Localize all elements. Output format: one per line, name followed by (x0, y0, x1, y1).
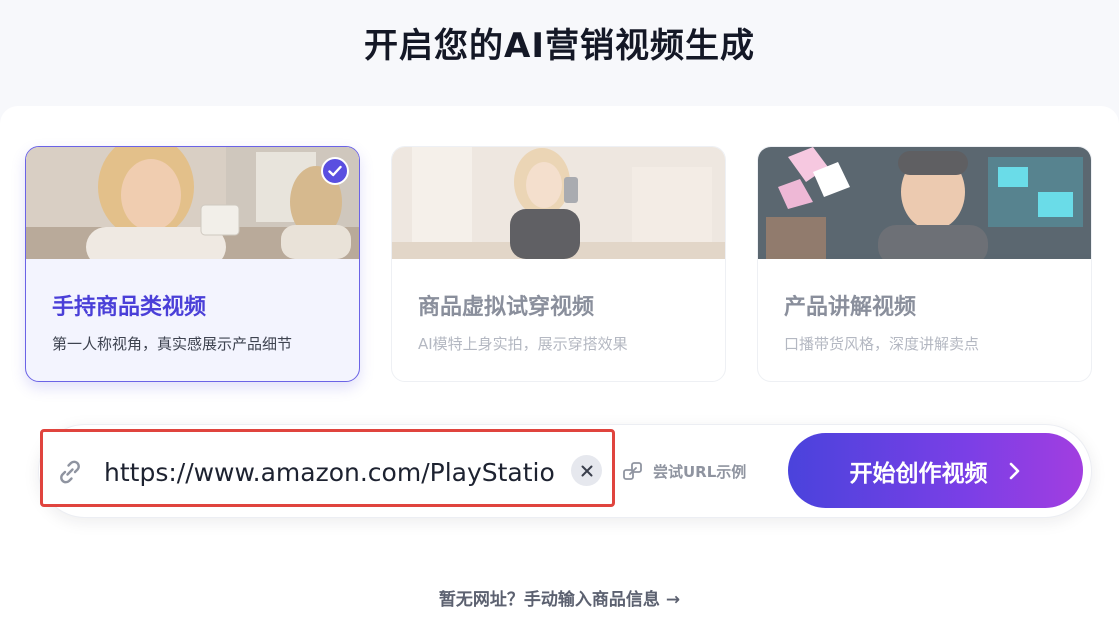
card-thumbnail-explainer (758, 147, 1091, 259)
try-url-example-label: 尝试URL示例 (653, 462, 747, 481)
video-type-card-explainer[interactable]: 产品讲解视频 口播带货风格，深度讲解卖点 (757, 146, 1092, 382)
close-icon (581, 465, 592, 476)
chevron-right-icon (1009, 462, 1019, 479)
card-description: 口播带货风格，深度讲解卖点 (784, 335, 980, 353)
link-icon (54, 456, 86, 488)
card-title: 产品讲解视频 (784, 295, 917, 320)
manual-entry-link[interactable]: 暂无网址？手动输入商品信息 → (0, 585, 1119, 610)
selected-check-icon (321, 157, 349, 185)
card-thumbnail-handheld (26, 147, 359, 259)
video-type-card-tryon[interactable]: 商品虚拟试穿视频 AI模特上身实拍，展示穿搭效果 (391, 146, 726, 382)
page-title: 开启您的AI营销视频生成 (364, 26, 755, 66)
card-title: 手持商品类视频 (52, 295, 207, 320)
try-url-example-link[interactable]: 尝试URL示例 (621, 458, 746, 484)
share-link-icon (623, 462, 642, 480)
start-creating-video-button[interactable]: 开始创作视频 (788, 433, 1083, 508)
card-description: AI模特上身实拍，展示穿搭效果 (418, 335, 628, 353)
card-description: 第一人称视角，真实感展示产品细节 (52, 335, 293, 353)
clear-input-button[interactable] (571, 455, 602, 486)
card-title: 商品虚拟试穿视频 (418, 295, 595, 320)
start-button-label: 开始创作视频 (849, 460, 988, 487)
product-url-input[interactable] (104, 452, 570, 492)
card-thumbnail-tryon (392, 147, 725, 259)
video-type-card-handheld[interactable]: 手持商品类视频 第一人称视角，真实感展示产品细节 (25, 146, 360, 382)
